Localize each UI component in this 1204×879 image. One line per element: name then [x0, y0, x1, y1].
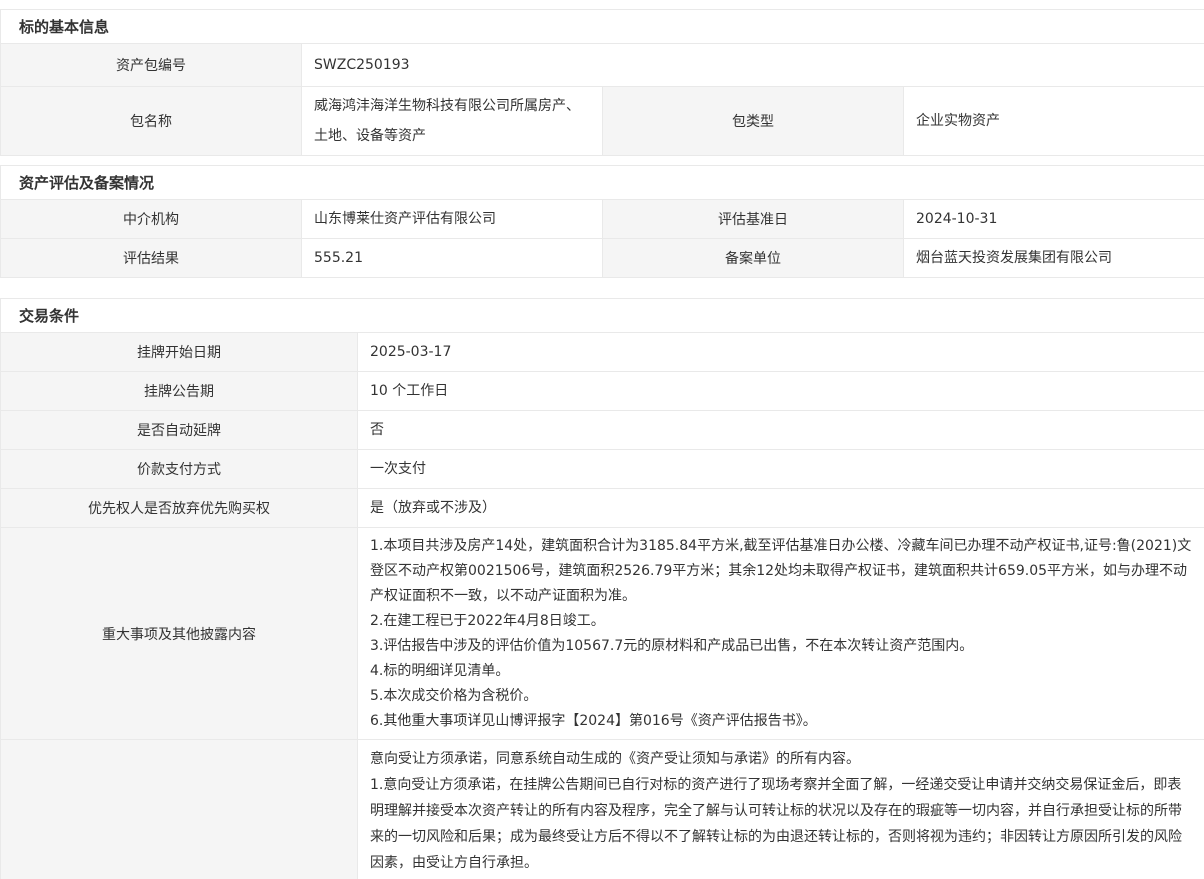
section-header-row: 标的基本信息: [1, 10, 1204, 44]
section-title-transaction-conditions: 交易条件: [1, 299, 1204, 333]
section-title-valuation-filing: 资产评估及备案情况: [1, 166, 1204, 200]
field-label-valuation-base-date: 评估基准日: [603, 200, 904, 239]
field-label-listing-announcement-period: 挂牌公告期: [1, 372, 358, 411]
commitment-paragraph: 1.意向受让方须承诺，在挂牌公告期间已自行对标的资产进行了现场考察并全面了解，一…: [370, 772, 1192, 876]
basic-info-table: 标的基本信息 资产包编号 SWZC250193 包名称 威海鸿沣海洋生物科技有限…: [0, 9, 1204, 156]
field-value-valuation-result: 555.21: [302, 239, 603, 278]
field-label-agency: 中介机构: [1, 200, 302, 239]
section-title-basic-info: 标的基本信息: [1, 10, 1204, 44]
commitment-paragraph: 意向受让方须承诺，同意系统自动生成的《资产受让须知与承诺》的所有内容。: [370, 746, 1192, 772]
table-row: 优先权人是否放弃优先购买权 是（放弃或不涉及）: [1, 489, 1204, 528]
field-label-valuation-result: 评估结果: [1, 239, 302, 278]
field-value-listing-start-date: 2025-03-17: [358, 333, 1204, 372]
field-value-package-type: 企业实物资产: [904, 87, 1204, 156]
field-label-payment-method: 价款支付方式: [1, 450, 358, 489]
table-row: 评估结果 555.21 备案单位 烟台蓝天投资发展集团有限公司: [1, 239, 1204, 278]
field-label-major-disclosure: 重大事项及其他披露内容: [1, 528, 358, 740]
table-row: 中介机构 山东博莱仕资产评估有限公司 评估基准日 2024-10-31: [1, 200, 1204, 239]
table-row: 资产包编号 SWZC250193: [1, 44, 1204, 87]
field-value-transferee-commitment: 意向受让方须承诺，同意系统自动生成的《资产受让须知与承诺》的所有内容。 1.意向…: [358, 740, 1204, 879]
table-row: 挂牌公告期 10 个工作日: [1, 372, 1204, 411]
field-value-listing-announcement-period: 10 个工作日: [358, 372, 1204, 411]
field-value-payment-method: 一次支付: [358, 450, 1204, 489]
transaction-conditions-table: 交易条件 挂牌开始日期 2025-03-17 挂牌公告期 10 个工作日 是否自…: [0, 298, 1204, 879]
table-row: 挂牌开始日期 2025-03-17: [1, 333, 1204, 372]
table-row: 价款支付方式 一次支付: [1, 450, 1204, 489]
field-label-preemptive-right-waiver: 优先权人是否放弃优先购买权: [1, 489, 358, 528]
field-value-auto-extension: 否: [358, 411, 1204, 450]
disclosure-paragraph: 3.评估报告中涉及的评估价值为10567.7元的原材料和产成品已出售，不在本次转…: [370, 634, 1192, 659]
field-label-listing-start-date: 挂牌开始日期: [1, 333, 358, 372]
disclosure-paragraph: 4.标的明细详见清单。: [370, 659, 1192, 684]
disclosure-paragraph: 5.本次成交价格为含税价。: [370, 684, 1192, 709]
table-row: 包名称 威海鸿沣海洋生物科技有限公司所属房产、土地、设备等资产 包类型 企业实物…: [1, 87, 1204, 156]
valuation-filing-table: 资产评估及备案情况 中介机构 山东博莱仕资产评估有限公司 评估基准日 2024-…: [0, 165, 1204, 278]
field-value-asset-package-no: SWZC250193: [302, 44, 1204, 87]
field-value-preemptive-right-waiver: 是（放弃或不涉及）: [358, 489, 1204, 528]
field-label-asset-package-no: 资产包编号: [1, 44, 302, 87]
field-value-agency: 山东博莱仕资产评估有限公司: [302, 200, 603, 239]
field-label-filing-unit: 备案单位: [603, 239, 904, 278]
table-row: 是否自动延牌 否: [1, 411, 1204, 450]
table-row: 意向受让方须承诺，同意系统自动生成的《资产受让须知与承诺》的所有内容。 1.意向…: [1, 740, 1204, 879]
field-value-filing-unit: 烟台蓝天投资发展集团有限公司: [904, 239, 1204, 278]
field-label-transferee-commitment: [1, 740, 358, 879]
disclosure-paragraph: 1.本项目共涉及房产14处，建筑面积合计为3185.84平方米,截至评估基准日办…: [370, 534, 1192, 609]
section-header-row: 交易条件: [1, 299, 1204, 333]
section-header-row: 资产评估及备案情况: [1, 166, 1204, 200]
field-value-package-name: 威海鸿沣海洋生物科技有限公司所属房产、土地、设备等资产: [302, 87, 603, 156]
field-label-package-type: 包类型: [603, 87, 904, 156]
field-value-major-disclosure: 1.本项目共涉及房产14处，建筑面积合计为3185.84平方米,截至评估基准日办…: [358, 528, 1204, 740]
disclosure-paragraph: 6.其他重大事项详见山博评报字【2024】第016号《资产评估报告书》。: [370, 709, 1192, 734]
field-label-auto-extension: 是否自动延牌: [1, 411, 358, 450]
field-label-package-name: 包名称: [1, 87, 302, 156]
disclosure-paragraph: 2.在建工程已于2022年4月8日竣工。: [370, 609, 1192, 634]
field-value-valuation-base-date: 2024-10-31: [904, 200, 1204, 239]
table-row: 重大事项及其他披露内容 1.本项目共涉及房产14处，建筑面积合计为3185.84…: [1, 528, 1204, 740]
